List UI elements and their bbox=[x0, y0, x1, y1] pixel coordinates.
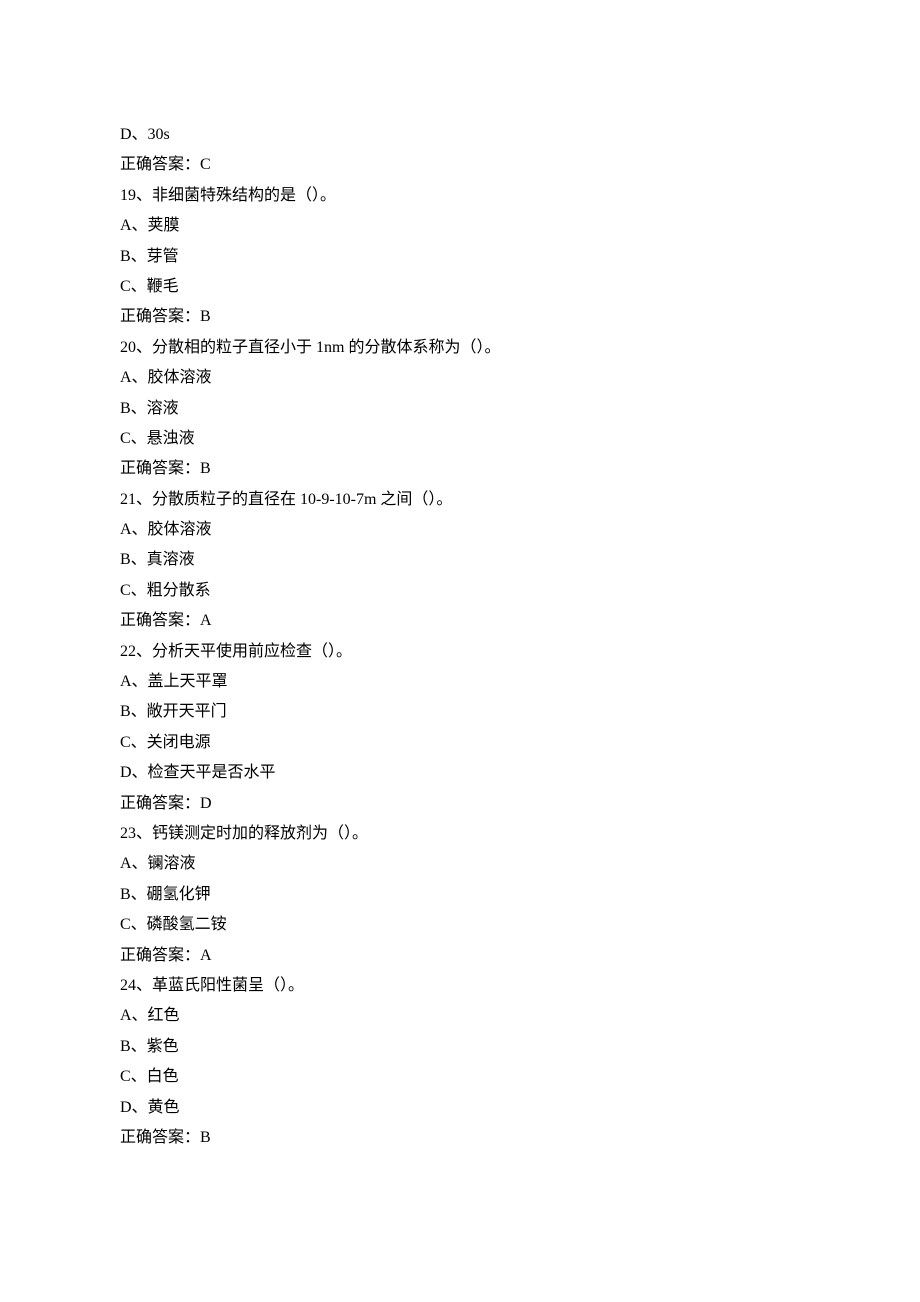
document-line: B、敞开天平门 bbox=[120, 697, 800, 727]
document-line: C、关闭电源 bbox=[120, 728, 800, 758]
document-line: A、胶体溶液 bbox=[120, 515, 800, 545]
document-line: C、磷酸氢二铵 bbox=[120, 910, 800, 940]
document-line: B、溶液 bbox=[120, 394, 800, 424]
document-line: B、真溶液 bbox=[120, 545, 800, 575]
document-line: 正确答案：D bbox=[120, 789, 800, 819]
document-line: 20、分散相的粒子直径小于 1nm 的分散体系称为（）。 bbox=[120, 333, 800, 363]
document-line: A、胶体溶液 bbox=[120, 363, 800, 393]
document-line: A、盖上天平罩 bbox=[120, 667, 800, 697]
document-line: B、硼氢化钾 bbox=[120, 880, 800, 910]
document-line: 正确答案：C bbox=[120, 150, 800, 180]
document-line: D、30s bbox=[120, 120, 800, 150]
document-line: 正确答案：A bbox=[120, 941, 800, 971]
document-line: B、紫色 bbox=[120, 1032, 800, 1062]
document-line: 22、分析天平使用前应检查（）。 bbox=[120, 637, 800, 667]
document-line: 正确答案：B bbox=[120, 454, 800, 484]
document-line: 正确答案：A bbox=[120, 606, 800, 636]
document-line: C、粗分散系 bbox=[120, 576, 800, 606]
document-line: C、鞭毛 bbox=[120, 272, 800, 302]
document-line: A、镧溶液 bbox=[120, 849, 800, 879]
document-line: 19、非细菌特殊结构的是（）。 bbox=[120, 181, 800, 211]
document-line: D、检查天平是否水平 bbox=[120, 758, 800, 788]
document-line: 正确答案：B bbox=[120, 302, 800, 332]
document-line: C、悬浊液 bbox=[120, 424, 800, 454]
document-line: 正确答案：B bbox=[120, 1123, 800, 1153]
document-line: C、白色 bbox=[120, 1062, 800, 1092]
document-line: A、红色 bbox=[120, 1001, 800, 1031]
document-line: D、黄色 bbox=[120, 1093, 800, 1123]
document-line: B、芽管 bbox=[120, 242, 800, 272]
document-line: 23、钙镁测定时加的释放剂为（）。 bbox=[120, 819, 800, 849]
document-line: 21、分散质粒子的直径在 10-9-10-7m 之间（）。 bbox=[120, 485, 800, 515]
document-line: A、荚膜 bbox=[120, 211, 800, 241]
document-line: 24、革蓝氏阳性菌呈（）。 bbox=[120, 971, 800, 1001]
